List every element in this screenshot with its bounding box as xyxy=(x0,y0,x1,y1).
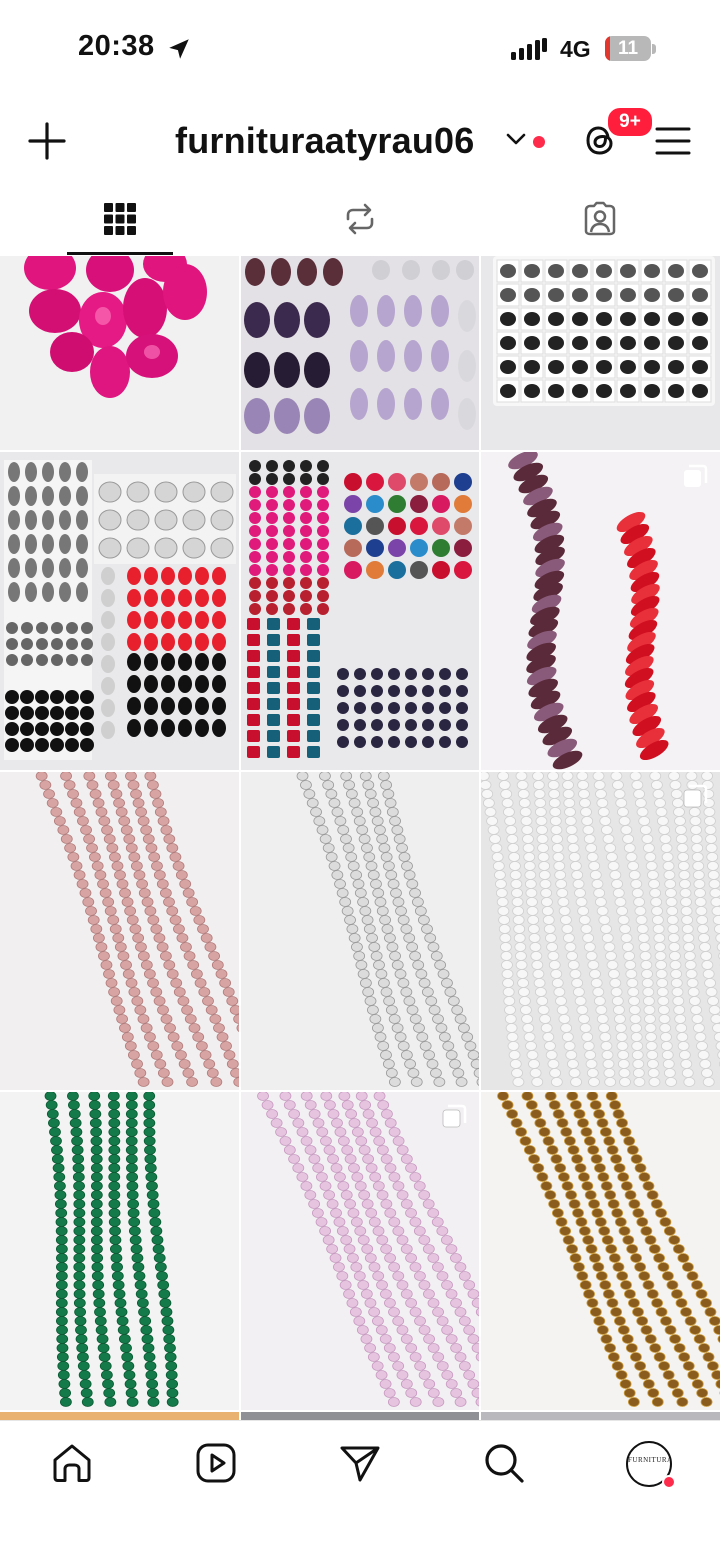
home-icon[interactable] xyxy=(50,1441,94,1485)
grid-post-15[interactable] xyxy=(481,1412,720,1420)
location-arrow-icon xyxy=(166,36,192,62)
profile-tabs xyxy=(0,186,720,256)
multiple-photos-icon xyxy=(441,1104,467,1130)
post-image xyxy=(0,1092,239,1410)
notification-badge[interactable]: 9+ xyxy=(606,106,654,138)
avatar-logo-text: FURNITURA xyxy=(628,1456,670,1464)
status-bar: 20:38 4G 11 xyxy=(0,0,720,96)
multiple-photos-icon xyxy=(682,784,708,810)
multiple-photos-icon xyxy=(682,464,708,490)
tab-posts-grid[interactable] xyxy=(0,186,240,256)
status-time: 20:38 xyxy=(78,30,155,63)
posts-grid xyxy=(0,256,720,1420)
post-image xyxy=(481,1092,720,1410)
battery-indicator: 11 xyxy=(605,36,651,61)
tab-tagged[interactable] xyxy=(480,186,720,256)
cellular-signal-icon xyxy=(511,38,547,60)
tagged-person-icon xyxy=(582,201,618,237)
post-image xyxy=(0,452,239,770)
grid-post-5[interactable] xyxy=(241,452,479,770)
battery-cap xyxy=(652,44,656,54)
grid-post-10[interactable] xyxy=(0,1092,239,1410)
bottom-navigation: FURNITURA xyxy=(0,1420,720,1562)
grid-post-9[interactable] xyxy=(481,772,720,1090)
post-image xyxy=(241,1092,479,1410)
grid-post-12[interactable] xyxy=(481,1092,720,1410)
grid-post-13[interactable] xyxy=(0,1412,239,1420)
post-image xyxy=(241,256,479,450)
grid-post-8[interactable] xyxy=(241,772,479,1090)
battery-level: 11 xyxy=(605,38,651,60)
grid-icon xyxy=(102,201,138,237)
send-message-icon[interactable] xyxy=(338,1441,382,1485)
profile-header: furnituraatyrau06 9+ xyxy=(0,96,720,186)
hamburger-menu-icon[interactable] xyxy=(655,126,691,156)
grid-post-6[interactable] xyxy=(481,452,720,770)
reels-icon[interactable] xyxy=(194,1441,238,1485)
grid-post-4[interactable] xyxy=(0,452,239,770)
post-image xyxy=(481,256,720,450)
profile-username[interactable]: furnituraatyrau06 xyxy=(175,120,475,162)
active-tab-indicator xyxy=(67,252,173,255)
grid-post-2[interactable] xyxy=(241,256,479,450)
post-image xyxy=(0,772,239,1090)
grid-post-11[interactable] xyxy=(241,1092,479,1410)
account-unread-dot xyxy=(533,136,545,148)
post-image xyxy=(481,772,720,1090)
chevron-down-icon[interactable] xyxy=(506,132,526,146)
post-image xyxy=(481,452,720,770)
post-image xyxy=(0,256,239,450)
create-plus-icon[interactable] xyxy=(28,122,66,160)
network-type: 4G xyxy=(560,36,591,63)
post-image xyxy=(241,772,479,1090)
grid-post-7[interactable] xyxy=(0,772,239,1090)
repost-icon xyxy=(342,201,378,237)
profile-unread-dot xyxy=(662,1475,676,1489)
post-image xyxy=(241,452,479,770)
tab-reposts[interactable] xyxy=(240,186,480,256)
search-icon[interactable] xyxy=(482,1441,526,1485)
grid-post-3[interactable] xyxy=(481,256,720,450)
grid-post-14[interactable] xyxy=(241,1412,479,1420)
grid-post-1[interactable] xyxy=(0,256,239,450)
